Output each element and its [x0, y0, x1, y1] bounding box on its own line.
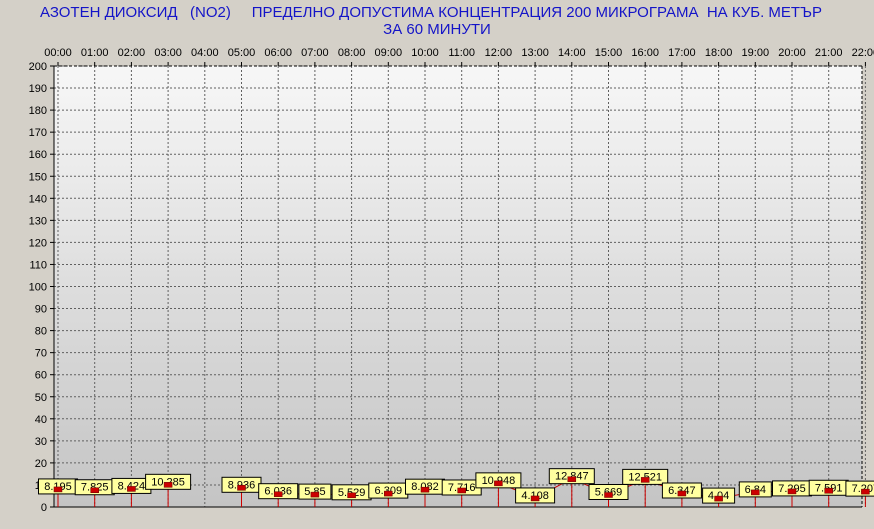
y-tick-label: 50 — [35, 392, 47, 404]
data-point-marker — [787, 488, 797, 495]
y-tick-label: 170 — [29, 127, 47, 139]
data-point-marker — [861, 488, 870, 495]
y-tick-label: 140 — [29, 193, 47, 205]
x-tick-label: 14:00 — [558, 47, 586, 59]
x-tick-label: 06:00 — [264, 47, 292, 59]
x-tick-label: 00:00 — [44, 47, 72, 59]
y-tick-label: 60 — [35, 370, 47, 382]
data-point-marker — [273, 491, 283, 497]
x-tick-label: 18:00 — [705, 47, 733, 59]
x-tick-label: 03:00 — [154, 47, 182, 59]
x-tick-label: 22:00 — [852, 47, 874, 59]
x-tick-label: 12:00 — [485, 47, 513, 59]
line-chart: 0102030405060708090100110120130140150160… — [29, 47, 874, 514]
data-point-marker — [714, 495, 723, 502]
data-point-marker — [751, 489, 760, 496]
x-tick-label: 13:00 — [521, 47, 549, 59]
data-point-marker — [677, 490, 687, 497]
y-tick-label: 130 — [29, 215, 47, 227]
x-tick-label: 19:00 — [742, 47, 770, 59]
x-tick-label: 20:00 — [778, 47, 806, 59]
data-point-marker — [310, 491, 320, 498]
data-point-marker — [640, 477, 650, 483]
y-tick-label: 70 — [35, 348, 47, 360]
y-tick-label: 160 — [29, 149, 47, 161]
data-point-marker — [494, 480, 503, 487]
x-tick-label: 07:00 — [301, 47, 329, 59]
data-point-marker — [237, 485, 246, 491]
y-tick-label: 20 — [35, 458, 47, 470]
y-tick-label: 100 — [29, 282, 47, 294]
data-point-marker — [90, 487, 99, 493]
y-tick-label: 40 — [35, 414, 47, 426]
y-tick-label: 80 — [35, 326, 47, 338]
x-tick-label: 10:00 — [411, 47, 439, 59]
x-tick-label: 09:00 — [375, 47, 403, 59]
x-tick-label: 01:00 — [81, 47, 109, 59]
x-tick-label: 02:00 — [118, 47, 146, 59]
data-point-marker — [163, 482, 173, 488]
data-point-marker — [567, 476, 577, 482]
x-tick-label: 17:00 — [668, 47, 696, 59]
data-point-marker — [127, 486, 136, 492]
data-point-marker — [457, 487, 466, 494]
y-tick-label: 110 — [29, 259, 47, 271]
data-point-marker — [604, 492, 613, 498]
data-point-marker — [420, 486, 430, 493]
y-tick-label: 120 — [29, 237, 47, 249]
data-point-marker — [824, 488, 833, 494]
y-tick-label: 30 — [35, 436, 47, 448]
x-tick-label: 15:00 — [595, 47, 623, 59]
y-tick-label: 0 — [41, 502, 47, 514]
x-tick-label: 16:00 — [631, 47, 659, 59]
y-tick-label: 150 — [29, 171, 47, 183]
data-point-marker — [384, 490, 393, 497]
data-point-marker — [530, 495, 540, 502]
data-point-marker — [53, 486, 63, 493]
x-tick-label: 04:00 — [191, 47, 219, 59]
x-tick-label: 05:00 — [228, 47, 256, 59]
data-point-marker — [347, 492, 356, 499]
x-tick-label: 21:00 — [815, 47, 843, 59]
y-tick-label: 180 — [29, 105, 47, 117]
y-tick-label: 90 — [35, 304, 47, 316]
y-tick-label: 200 — [29, 61, 47, 73]
y-tick-label: 190 — [29, 83, 47, 95]
x-tick-label: 11:00 — [448, 47, 475, 59]
x-tick-label: 08:00 — [338, 47, 366, 59]
